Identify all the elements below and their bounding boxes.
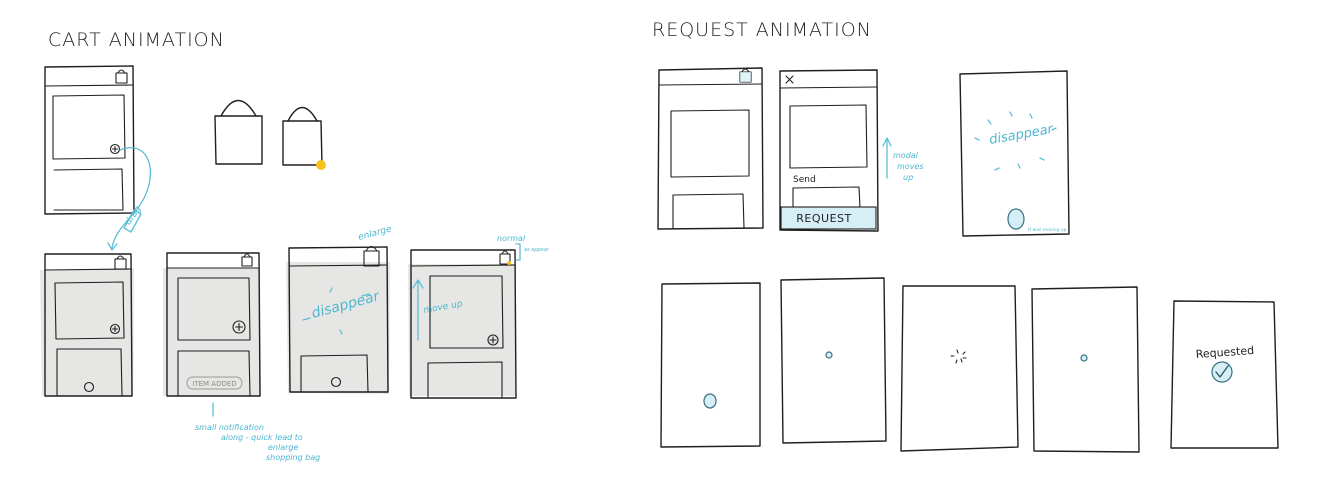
note-line-4: shopping bag <box>266 453 320 462</box>
request-disappear-label: disappear <box>988 122 1056 148</box>
bag-icon <box>241 253 253 267</box>
bag-icon-large <box>214 99 263 165</box>
bag-icon <box>739 68 752 83</box>
note-line-3: enlarge <box>268 443 298 452</box>
cart-phone-step-4: normal as appear move up <box>408 234 550 399</box>
notification-dot <box>316 160 326 170</box>
cart-phone-step-3: enlarge disappear <box>286 224 393 394</box>
bag-icon-notification <box>282 106 326 170</box>
notification-note: small notification along - quick lead to… <box>195 402 320 462</box>
check-icon <box>1211 361 1233 383</box>
request-animation-title: REQUEST ANIMATION <box>652 19 872 41</box>
modal-line-3: up <box>903 173 913 182</box>
request-phone-modal: Send REQUEST <box>779 69 879 232</box>
cart-phone-step-1 <box>40 253 134 397</box>
normal-sub-label: as appear <box>524 247 550 253</box>
add-icon <box>109 143 121 155</box>
modal-moves-up-note: modal moves up <box>882 137 924 182</box>
modal-line-2: moves <box>897 162 924 171</box>
item-added-label: ITEM ADDED <box>192 380 236 388</box>
request-button[interactable]: REQUEST <box>780 206 877 230</box>
request-fab-small <box>1080 354 1088 362</box>
bag-icon <box>115 69 128 84</box>
bag-icon <box>114 255 127 270</box>
cart-phone-top <box>44 65 135 215</box>
cart-animation-title: CART ANIMATION <box>48 29 225 51</box>
modal-line-1: modal <box>893 151 919 160</box>
request-button-label: REQUEST <box>796 212 851 225</box>
send-label: Send <box>793 175 816 185</box>
request-phone-disappear: disappear It was moving up <box>959 70 1070 237</box>
request-step-5: Requested <box>1170 300 1279 449</box>
drag-arrow: drag <box>107 147 152 251</box>
requested-label: Requested <box>1195 344 1254 361</box>
request-fab[interactable] <box>1007 208 1025 230</box>
normal-label: normal <box>497 234 526 243</box>
note-line-1: small notification <box>195 423 264 432</box>
close-icon <box>785 75 794 84</box>
cart-phone-step-2: ITEM ADDED <box>163 252 261 397</box>
note-line-2: along - quick lead to <box>221 433 303 442</box>
request-step-3 <box>900 285 1019 452</box>
request-step-4 <box>1031 286 1140 453</box>
sketch-canvas: CART ANIMATION REQUEST ANIMATION drag IT… <box>40 19 1279 462</box>
add-icon <box>487 334 499 346</box>
request-step-1 <box>660 282 761 448</box>
request-fab-small <box>825 351 833 359</box>
small-note: It was moving up <box>1028 227 1067 233</box>
request-phone-1 <box>657 67 764 230</box>
loading-spinner-icon <box>950 349 967 364</box>
request-step-2 <box>780 277 887 444</box>
request-fab[interactable] <box>703 393 717 409</box>
enlarge-label: enlarge <box>357 224 393 243</box>
bag-icon-normal <box>499 250 511 265</box>
